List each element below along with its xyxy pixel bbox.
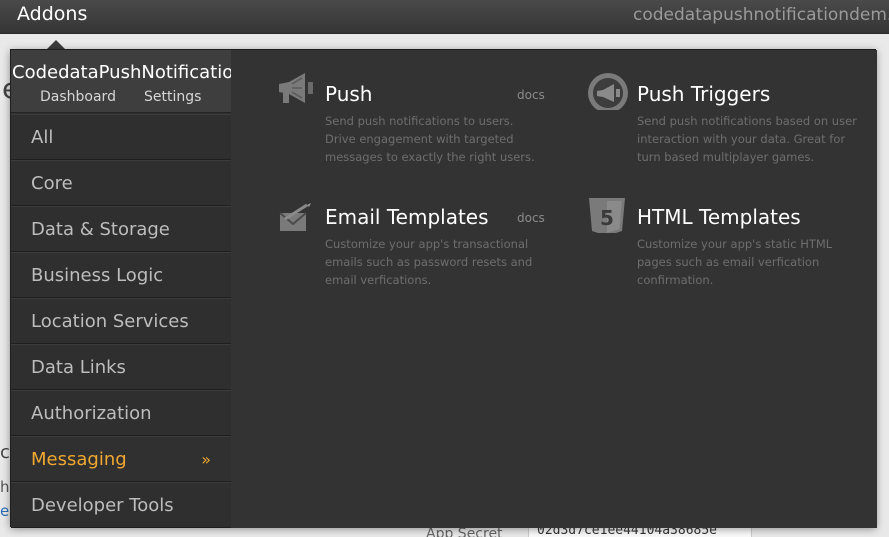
category-label: Data Links <box>31 357 126 378</box>
envelope-icon <box>279 203 311 231</box>
sidebar-header: CodedataPushNotificationDemo Dashboard S… <box>11 50 298 113</box>
addon-description: Send push notifications to users. Drive … <box>325 114 535 164</box>
addon-description: Send push notifications based on user in… <box>637 114 857 164</box>
category-label: Data & Storage <box>31 219 170 240</box>
addon-title: HTML Templates <box>637 205 801 229</box>
megaphone-circle-icon <box>588 73 628 110</box>
addon-title: Email Templates <box>325 205 489 229</box>
category-label: Location Services <box>31 311 189 332</box>
megaphone-icon <box>279 73 313 103</box>
category-label: Messaging <box>31 449 127 470</box>
category-item-data-links[interactable]: Data Links <box>11 344 231 390</box>
addon-title: Push Triggers <box>637 82 771 106</box>
category-item-location-services[interactable]: Location Services <box>11 298 231 344</box>
addon-description: Customize your app's transactional email… <box>325 237 533 287</box>
app-name-link[interactable]: codedatapushnotificationdem... <box>633 5 889 25</box>
category-item-all[interactable]: All <box>11 114 231 160</box>
category-item-authorization[interactable]: Authorization <box>11 390 231 436</box>
category-label: Authorization <box>31 403 152 424</box>
category-item-developer-tools[interactable]: Developer Tools <box>11 482 231 528</box>
background-text-fragment: h <box>0 478 10 496</box>
addon-grid: Push docs Send push notifications to use… <box>231 50 877 528</box>
background-text-fragment: c <box>0 442 10 463</box>
category-item-core[interactable]: Core <box>11 160 231 206</box>
top-bar: Addons codedatapushnotificationdem... <box>0 0 889 34</box>
category-label: All <box>31 127 54 148</box>
section-title[interactable]: Addons <box>17 3 87 25</box>
category-item-business-logic[interactable]: Business Logic <box>11 252 231 298</box>
category-list: All Core Data & Storage Business Logic L… <box>11 114 231 528</box>
category-item-messaging[interactable]: Messaging » <box>11 436 231 482</box>
chevron-right-icon: » <box>201 450 211 469</box>
addon-card-email-templates[interactable]: Email Templates docs Customize your app'… <box>271 183 551 303</box>
addon-title: Push <box>325 82 373 106</box>
html5-icon: 5 <box>589 198 625 233</box>
settings-link[interactable]: Settings <box>144 89 201 105</box>
category-label: Core <box>31 173 73 194</box>
docs-link[interactable]: docs <box>517 88 545 102</box>
dashboard-link[interactable]: Dashboard <box>40 89 116 105</box>
svg-text:5: 5 <box>600 206 614 230</box>
docs-link[interactable]: docs <box>517 211 545 225</box>
addon-card-push-triggers[interactable]: Push Triggers Send push notifications ba… <box>583 60 863 180</box>
addons-dropdown: CodedataPushNotificationDemo Dashboard S… <box>10 49 877 528</box>
addon-description: Customize your app's static HTML pages s… <box>637 237 833 287</box>
addon-card-push[interactable]: Push docs Send push notifications to use… <box>271 60 551 180</box>
category-label: Business Logic <box>31 265 164 286</box>
category-item-data-storage[interactable]: Data & Storage <box>11 206 231 252</box>
category-label: Developer Tools <box>31 495 174 516</box>
addon-category-sidebar: CodedataPushNotificationDemo Dashboard S… <box>11 50 298 528</box>
addon-card-html-templates[interactable]: 5 HTML Templates Customize your app's st… <box>583 183 863 303</box>
